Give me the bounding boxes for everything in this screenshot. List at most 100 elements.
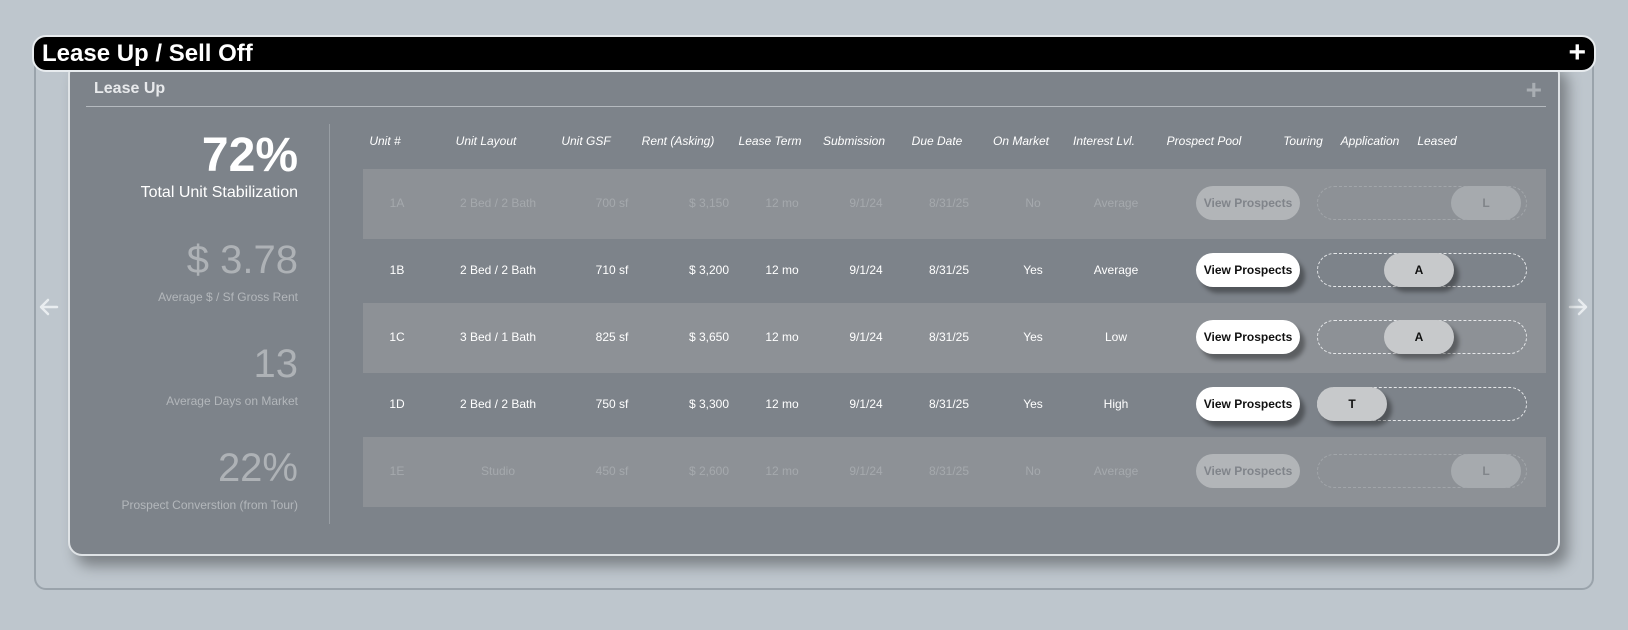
table-row: 1C 3 Bed / 1 Bath 825 sf $ 3,650 12 mo 9/1/24… [363, 303, 1546, 373]
window-title: Lease Up / Sell Off [42, 40, 253, 67]
column-header: On Market [992, 134, 1050, 148]
cell-on-market: No [1025, 196, 1041, 210]
cell-gsf: 700 sf [595, 196, 629, 210]
stat-avg-rent: $ 3.78 Average $ / Sf Gross Rent [158, 240, 298, 304]
plus-icon[interactable]: + [1526, 74, 1542, 106]
stat-label: Average Days on Market [166, 394, 298, 408]
cell-submission: 9/1/24 [849, 263, 883, 277]
view-prospects-button[interactable]: View Prospects [1196, 253, 1300, 287]
cell-interest: Average [1093, 464, 1139, 478]
cell-on-market: No [1025, 464, 1041, 478]
cell-unit: 1B [389, 263, 405, 277]
column-header: Leased [1417, 134, 1457, 148]
stage-pill[interactable]: T [1317, 387, 1387, 421]
cell-due: 8/31/25 [928, 397, 970, 411]
column-header: Due Date [911, 134, 963, 148]
arrow-left-icon[interactable] [37, 295, 61, 319]
stat-value: 22% [217, 446, 298, 490]
cell-gsf: 450 sf [595, 464, 629, 478]
cell-layout: Studio [480, 464, 516, 478]
stats-divider [329, 124, 330, 524]
column-header: Rent (Asking) [641, 134, 715, 148]
stat-value: 13 [253, 342, 299, 386]
cell-term: 12 mo [765, 397, 799, 411]
cell-unit: 1E [389, 464, 405, 478]
stat-days-on-market: 13 Average Days on Market [166, 344, 298, 408]
cell-submission: 9/1/24 [849, 330, 883, 344]
cell-interest: Average [1093, 263, 1139, 277]
cell-on-market: Yes [1023, 397, 1043, 411]
stat-unit-stabilization: 72% Total Unit Stabilization [141, 132, 298, 202]
cell-unit: 1C [389, 330, 405, 344]
column-header: Unit GSF [561, 134, 611, 148]
column-header: Unit # [369, 134, 401, 148]
column-header: Prospect Pool [1166, 134, 1242, 148]
cell-interest: Average [1093, 196, 1139, 210]
view-prospects-button[interactable]: View Prospects [1196, 320, 1300, 354]
stat-value: $ 3.78 [186, 238, 298, 282]
cell-on-market: Yes [1023, 330, 1043, 344]
cell-gsf: 750 sf [595, 397, 629, 411]
view-prospects-button[interactable]: View Prospects [1196, 387, 1300, 421]
cell-due: 8/31/25 [928, 464, 970, 478]
cell-due: 8/31/25 [928, 263, 970, 277]
cell-due: 8/31/25 [928, 196, 970, 210]
stat-label: Prospect Converstion (from Tour) [121, 498, 298, 512]
stage-pill[interactable]: L [1451, 454, 1521, 488]
table-row: 1A 2 Bed / 2 Bath 700 sf $ 3,150 12 mo 9/1/24… [363, 169, 1546, 239]
cell-layout: 3 Bed / 1 Bath [459, 330, 537, 344]
cell-unit: 1A [389, 196, 405, 210]
cell-rent: $ 3,150 [688, 196, 730, 210]
stage-pill[interactable]: L [1451, 186, 1521, 220]
column-header: Unit Layout [455, 134, 517, 148]
cell-term: 12 mo [765, 263, 799, 277]
cell-submission: 9/1/24 [849, 397, 883, 411]
cell-layout: 2 Bed / 2 Bath [459, 397, 537, 411]
cell-term: 12 mo [765, 330, 799, 344]
cell-submission: 9/1/24 [849, 464, 883, 478]
cell-rent: $ 3,200 [688, 263, 730, 277]
cell-submission: 9/1/24 [849, 196, 883, 210]
stage-track: L [1317, 186, 1527, 220]
view-prospects-button[interactable]: View Prospects [1196, 186, 1300, 220]
stage-track: A [1317, 320, 1527, 354]
view-prospects-button[interactable]: View Prospects [1196, 454, 1300, 488]
cell-term: 12 mo [765, 464, 799, 478]
cell-layout: 2 Bed / 2 Bath [459, 196, 537, 210]
stat-value: 72% [201, 129, 298, 182]
title-bar: Lease Up / Sell Off + [32, 35, 1596, 72]
cell-term: 12 mo [765, 196, 799, 210]
table-row: 1E Studio 450 sf $ 2,600 12 mo 9/1/24 8/31/25 N… [363, 437, 1546, 507]
lease-up-card: Lease Up + 72% Total Unit Stabilization … [68, 60, 1560, 556]
column-header: Interest Lvl. [1072, 134, 1136, 148]
table-row: 1D 2 Bed / 2 Bath 750 sf $ 3,300 12 mo 9/1/24… [363, 370, 1546, 440]
plus-icon[interactable]: + [1568, 38, 1586, 68]
stat-label: Total Unit Stabilization [140, 184, 298, 201]
stage-pill[interactable]: A [1384, 253, 1454, 287]
cell-interest: High [1103, 397, 1129, 411]
stage-track: L [1317, 454, 1527, 488]
card-divider [86, 106, 1546, 107]
column-header: Touring [1283, 134, 1323, 148]
column-header: Lease Term [738, 134, 802, 148]
arrow-right-icon[interactable] [1566, 295, 1590, 319]
cell-gsf: 710 sf [595, 263, 629, 277]
cell-gsf: 825 sf [595, 330, 629, 344]
card-title: Lease Up [94, 80, 166, 97]
cell-rent: $ 3,650 [688, 330, 730, 344]
stage-track: A [1317, 253, 1527, 287]
stage-track: T [1317, 387, 1527, 421]
column-header: Submission [822, 134, 886, 148]
table-row: 1B 2 Bed / 2 Bath 710 sf $ 3,200 12 mo 9/1/24… [363, 236, 1546, 306]
stat-label: Average $ / Sf Gross Rent [158, 290, 298, 304]
cell-interest: Low [1104, 330, 1128, 344]
cell-due: 8/31/25 [928, 330, 970, 344]
stage-pill[interactable]: A [1384, 320, 1454, 354]
cell-rent: $ 2,600 [688, 464, 730, 478]
cell-unit: 1D [389, 397, 405, 411]
cell-layout: 2 Bed / 2 Bath [459, 263, 537, 277]
column-header: Application [1340, 134, 1400, 148]
cell-on-market: Yes [1023, 263, 1043, 277]
cell-rent: $ 3,300 [688, 397, 730, 411]
stat-prospect-conversion: 22% Prospect Converstion (from Tour) [121, 448, 298, 512]
